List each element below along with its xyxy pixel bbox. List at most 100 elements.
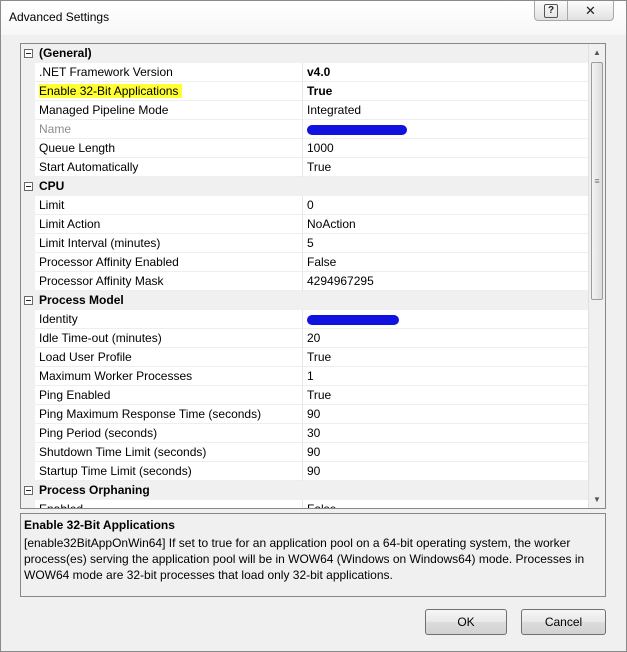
property-value[interactable]: True [303,348,590,367]
property-name[interactable]: Ping Enabled [35,386,303,405]
scroll-up-icon[interactable]: ▲ [589,44,605,61]
property-name[interactable]: Maximum Worker Processes [35,367,303,386]
property-grid[interactable]: (General) .NET Framework Version v4.0 Enabl… [20,43,606,509]
property-name[interactable]: Limit [35,196,303,215]
property-value[interactable]: False [303,500,590,508]
property-value[interactable]: 5 [303,234,590,253]
property-value[interactable] [303,310,590,329]
row-gutter [21,139,35,158]
property-name[interactable]: Enabled [35,500,303,508]
property-value[interactable]: True [303,386,590,405]
property-row[interactable]: Enable 32-Bit Applications True [21,82,590,101]
property-value-text: False [307,502,336,508]
property-value[interactable]: 1 [303,367,590,386]
property-name[interactable]: Idle Time-out (minutes) [35,329,303,348]
property-value[interactable]: Integrated [303,101,590,120]
property-value[interactable]: v4.0 [303,63,590,82]
property-name[interactable]: Limit Interval (minutes) [35,234,303,253]
category-row[interactable]: (General) [21,44,590,63]
property-value[interactable]: True [303,158,590,177]
property-name[interactable]: Startup Time Limit (seconds) [35,462,303,481]
cancel-button[interactable]: Cancel [521,609,606,635]
property-row[interactable]: Maximum Worker Processes 1 [21,367,590,386]
property-row[interactable]: Limit Action NoAction [21,215,590,234]
property-row[interactable]: Processor Affinity Enabled False [21,253,590,272]
ok-button[interactable]: OK [425,609,507,635]
property-name[interactable]: Load User Profile [35,348,303,367]
property-value[interactable]: 1000 [303,139,590,158]
property-name[interactable]: Managed Pipeline Mode [35,101,303,120]
property-name[interactable]: Ping Maximum Response Time (seconds) [35,405,303,424]
property-value[interactable]: 30 [303,424,590,443]
property-name[interactable]: Queue Length [35,139,303,158]
row-gutter [21,386,35,405]
category-label: Process Orphaning [39,483,150,497]
property-value[interactable] [303,120,590,139]
category-row[interactable]: CPU [21,177,590,196]
collapse-toggle[interactable] [21,44,35,63]
property-value[interactable]: False [303,253,590,272]
property-row[interactable]: Name [21,120,590,139]
property-row[interactable]: Shutdown Time Limit (seconds) 90 [21,443,590,462]
category-row[interactable]: Process Model [21,291,590,310]
property-row[interactable]: Load User Profile True [21,348,590,367]
category-row[interactable]: Process Orphaning [21,481,590,500]
scroll-down-icon[interactable]: ▼ [589,491,605,508]
property-value[interactable]: NoAction [303,215,590,234]
property-name-text: Limit Action [39,217,101,231]
redaction-mark [307,314,399,325]
vertical-scrollbar[interactable]: ▲ ≡ ▼ [588,44,605,508]
property-row[interactable]: Limit 0 [21,196,590,215]
property-row[interactable]: Idle Time-out (minutes) 20 [21,329,590,348]
help-button[interactable]: ? [534,1,568,21]
property-name[interactable]: Start Automatically [35,158,303,177]
property-row[interactable]: Managed Pipeline Mode Integrated [21,101,590,120]
property-value[interactable]: 90 [303,443,590,462]
property-grid-body: (General) .NET Framework Version v4.0 Enabl… [21,44,590,508]
property-value-text: NoAction [307,217,356,231]
property-value-text: 20 [307,331,321,345]
property-name-text: Ping Enabled [39,388,111,402]
property-value[interactable]: 4294967295 [303,272,590,291]
property-row[interactable]: Processor Affinity Mask 4294967295 [21,272,590,291]
property-name-text: Processor Affinity Enabled [39,255,179,269]
property-row[interactable]: Start Automatically True [21,158,590,177]
row-gutter [21,120,35,139]
property-name[interactable]: Processor Affinity Mask [35,272,303,291]
property-name-text: Name [39,122,72,136]
property-value[interactable]: True [303,82,590,101]
property-name[interactable]: Processor Affinity Enabled [35,253,303,272]
property-name[interactable]: Ping Period (seconds) [35,424,303,443]
property-name-text: Startup Time Limit (seconds) [39,464,192,478]
description-text: [enable32BitAppOnWin64] If set to true f… [24,536,585,582]
property-name[interactable]: Enable 32-Bit Applications [35,82,303,101]
property-row[interactable]: Startup Time Limit (seconds) 90 [21,462,590,481]
property-name[interactable]: Limit Action [35,215,303,234]
collapse-toggle[interactable] [21,291,35,310]
collapse-toggle[interactable] [21,177,35,196]
property-value[interactable]: 90 [303,462,590,481]
property-row[interactable]: Enabled False [21,500,590,508]
row-gutter [21,462,35,481]
property-value-text: 90 [307,407,321,421]
property-value[interactable]: 20 [303,329,590,348]
close-button[interactable]: ✕ [568,1,614,21]
property-name[interactable]: Name [35,120,303,139]
collapse-toggle[interactable] [21,481,35,500]
property-value[interactable]: 0 [303,196,590,215]
property-row[interactable]: Identity [21,310,590,329]
row-gutter [21,234,35,253]
row-gutter [21,253,35,272]
property-name[interactable]: .NET Framework Version [35,63,303,82]
property-value[interactable]: 90 [303,405,590,424]
property-row[interactable]: Ping Enabled True [21,386,590,405]
property-row[interactable]: Queue Length 1000 [21,139,590,158]
property-name[interactable]: Identity [35,310,303,329]
property-row[interactable]: Limit Interval (minutes) 5 [21,234,590,253]
property-value-text: 30 [307,426,321,440]
property-row[interactable]: Ping Period (seconds) 30 [21,424,590,443]
property-row[interactable]: .NET Framework Version v4.0 [21,63,590,82]
property-name[interactable]: Shutdown Time Limit (seconds) [35,443,303,462]
scrollbar-thumb[interactable]: ≡ [591,62,603,300]
property-row[interactable]: Ping Maximum Response Time (seconds) 90 [21,405,590,424]
